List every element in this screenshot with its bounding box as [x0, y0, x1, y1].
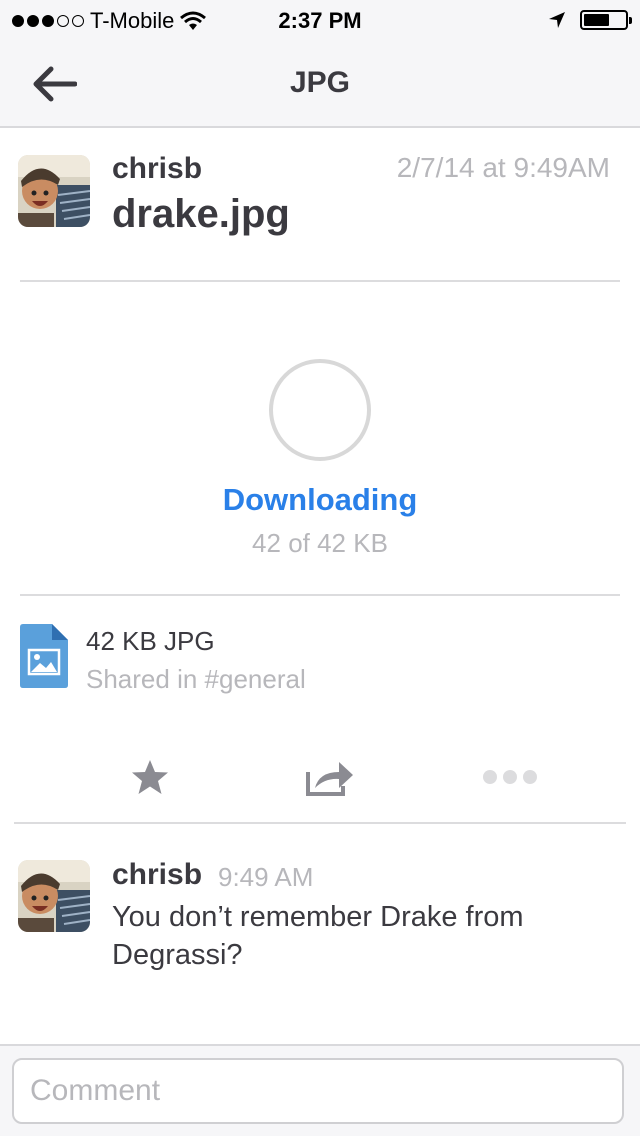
file-header: chrisb 2/7/14 at 9:49AM drake.jpg — [0, 130, 640, 280]
uploader-name[interactable]: chrisb — [112, 152, 202, 186]
status-time: 2:37 PM — [278, 8, 362, 33]
divider — [20, 594, 620, 596]
file-meta: 42 KB JPG — [86, 626, 215, 656]
comment-input[interactable] — [12, 1058, 624, 1124]
star-icon — [132, 760, 168, 794]
more-button[interactable] — [470, 752, 550, 802]
status-bar: T-Mobile 2:37 PM — [0, 0, 640, 40]
download-status: Downloading — [222, 482, 418, 517]
share-icon — [306, 762, 353, 796]
image-file-icon — [20, 624, 68, 688]
comment-time: 9:49 AM — [218, 862, 314, 892]
avatar[interactable] — [18, 155, 90, 227]
loading-spinner-icon — [269, 359, 371, 461]
download-progress: 42 of 42 KB — [252, 528, 388, 558]
shared-in-channel[interactable]: Shared in #general — [86, 664, 306, 695]
comment-author[interactable]: chrisb — [112, 858, 202, 892]
comment-bar — [0, 1044, 640, 1136]
divider — [20, 280, 620, 282]
divider — [14, 822, 626, 824]
location-arrow-icon — [549, 12, 565, 28]
star-button[interactable] — [110, 752, 190, 802]
nav-bar: JPG — [0, 40, 640, 128]
comment-avatar[interactable] — [18, 860, 90, 932]
file-name: drake.jpg — [112, 192, 290, 236]
page-title: JPG — [289, 66, 351, 99]
battery-icon — [580, 10, 632, 30]
share-button[interactable] — [290, 752, 370, 802]
file-date: 2/7/14 at 9:49AM — [396, 152, 610, 183]
more-dots-icon — [483, 770, 537, 784]
comment-text: You don’t remember Drake from Degrassi? — [112, 901, 524, 971]
